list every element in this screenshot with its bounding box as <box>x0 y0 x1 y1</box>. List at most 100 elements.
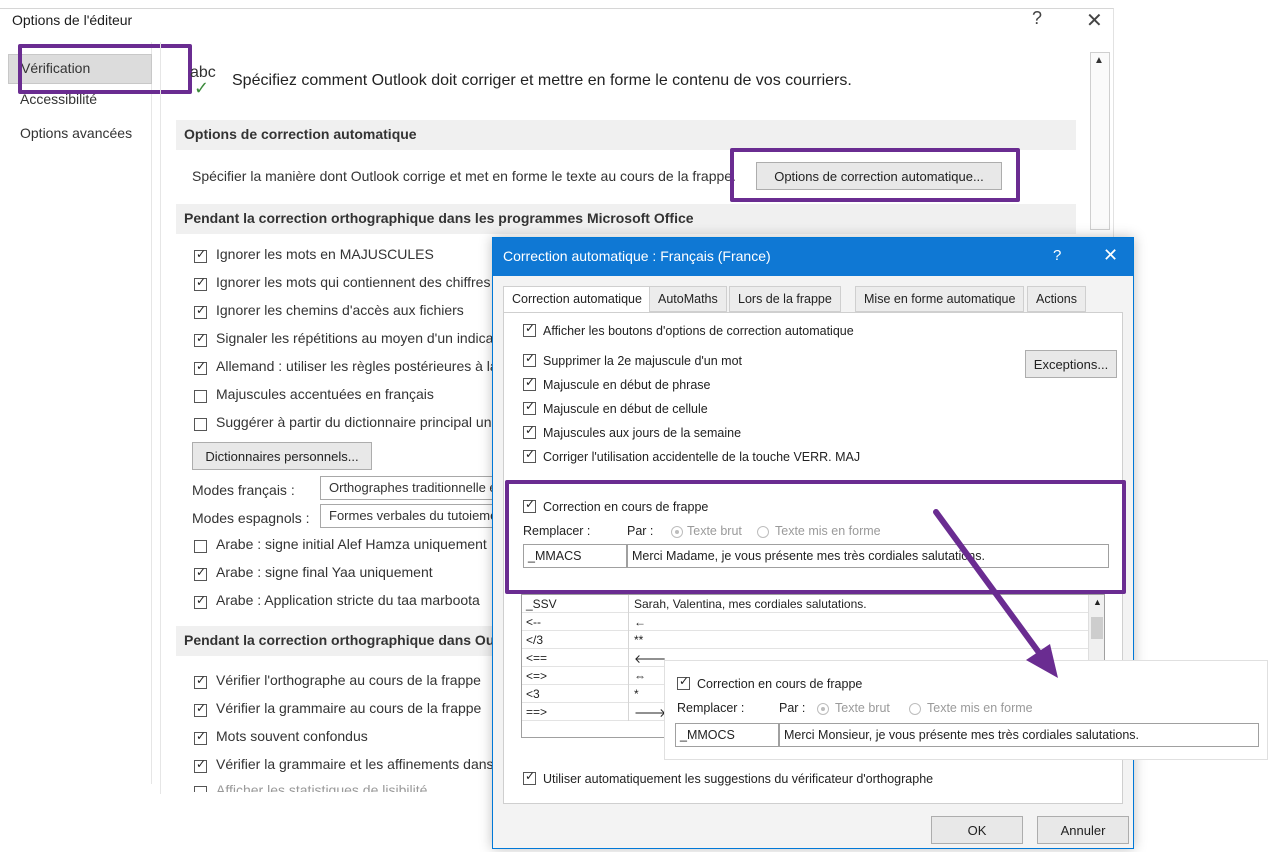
section-autocorrect-title: Options de correction automatique <box>176 120 1076 150</box>
exceptions-button[interactable]: Exceptions... <box>1025 350 1117 378</box>
list-item-key: _SSV <box>526 597 557 611</box>
checkbox-spell-as-type[interactable] <box>194 673 207 689</box>
list-item-key: <3 <box>526 687 540 701</box>
list-item[interactable]: _SSV Sarah, Valentina, mes cordiales salu… <box>522 595 1088 613</box>
list-item-value: ← <box>634 615 646 629</box>
zoom-callout: Correction en cours de frappe Remplacer … <box>664 660 1268 760</box>
list-item-key: <-- <box>526 615 541 629</box>
label-show-buttons: Afficher les boutons d'options de correc… <box>543 324 854 338</box>
list-item-value: ** <box>634 633 644 647</box>
highlight-box-autocorrect-button <box>730 148 1020 202</box>
cancel-button[interactable]: Annuler <box>1037 816 1129 844</box>
label-confused-words: Mots souvent confondus <box>216 728 368 744</box>
zoom-label-plain-text: Texte brut <box>835 701 890 715</box>
help-icon[interactable]: ? <box>1032 8 1042 29</box>
label-arabic-alef: Arabe : signe initial Alef Hamza uniquem… <box>216 536 487 552</box>
close-icon[interactable]: ✕ <box>1086 8 1103 33</box>
checkbox-ignore-paths[interactable] <box>194 303 207 319</box>
list-item[interactable]: <-- ← <box>522 613 1088 631</box>
zoom-label-formatted-text: Texte mis en forme <box>927 701 1033 715</box>
checkbox-show-buttons[interactable] <box>523 321 536 337</box>
zoom-label-replace: Remplacer : <box>677 701 745 715</box>
zoom-radio-formatted-text <box>909 703 921 715</box>
custom-dictionaries-button[interactable]: Dictionnaires personnels... <box>192 442 372 470</box>
checkbox-confused-words[interactable] <box>194 729 207 745</box>
label-ignore-uppercase: Ignorer les mots en MAJUSCULES <box>216 246 434 262</box>
dialog-help-icon[interactable]: ? <box>1053 247 1061 264</box>
ok-button[interactable]: OK <box>931 816 1023 844</box>
zoom-radio-plain-text <box>817 703 829 715</box>
checkbox-caps-lock[interactable] <box>523 447 536 463</box>
list-item-value: 🡒 <box>634 706 667 720</box>
column-divider <box>628 685 629 703</box>
list-item-value: ⇔ <box>634 669 646 683</box>
tab-autocorrect[interactable]: Correction automatique <box>503 286 651 313</box>
column-divider <box>628 631 629 649</box>
label-spanish-modes: Modes espagnols : <box>192 510 310 526</box>
tab-automath[interactable]: AutoMaths <box>649 286 727 312</box>
checkbox-accented-uppercase[interactable] <box>194 390 207 403</box>
checkbox-use-suggestions[interactable] <box>523 769 536 785</box>
scroll-up-icon[interactable]: ▲ <box>1094 55 1104 66</box>
checkbox-grammar-as-type[interactable] <box>194 701 207 717</box>
checkbox-arabic-taa[interactable] <box>194 593 207 609</box>
checkbox-flag-repeated[interactable] <box>194 331 207 347</box>
label-capitalize-sentence: Majuscule en début de phrase <box>543 378 711 392</box>
label-caps-lock: Corriger l'utilisation accidentelle de l… <box>543 450 861 464</box>
list-item-key: <== <box>526 651 548 665</box>
checkbox-capitalize-cell[interactable] <box>523 399 536 415</box>
dialog-titlebar: Correction automatique : Français (Franc… <box>493 238 1133 276</box>
dialog-close-icon[interactable]: ✕ <box>1103 245 1118 266</box>
label-grammar-as-type: Vérifier la grammaire au cours de la fra… <box>216 700 482 716</box>
zoom-checkbox-replace-as-type <box>677 674 690 690</box>
list-item-key: </3 <box>526 633 544 647</box>
tab-actions[interactable]: Actions <box>1027 286 1086 312</box>
label-use-suggestions: Utiliser automatiquement les suggestions… <box>543 772 934 786</box>
column-divider <box>628 649 629 667</box>
section-autocorrect-desc: Spécifier la manière dont Outlook corrig… <box>192 168 736 184</box>
checkbox-ignore-numbers[interactable] <box>194 275 207 291</box>
label-readability: Afficher les statistiques de lisibilité <box>216 782 428 792</box>
label-french-modes: Modes français : <box>192 482 295 498</box>
checkbox-capitalize-sentence[interactable] <box>523 375 536 391</box>
sidebar: Vérification Accessibilité Options avanc… <box>8 42 152 784</box>
sidebar-item-advanced[interactable]: Options avancées <box>8 120 152 150</box>
label-ignore-paths: Ignorer les chemins d'accès aux fichiers <box>216 302 464 318</box>
list-item-key: ==> <box>526 705 548 719</box>
column-divider <box>628 613 629 631</box>
page-header: Spécifiez comment Outlook doit corriger … <box>232 72 852 89</box>
column-divider <box>628 703 629 721</box>
checkbox-ignore-uppercase[interactable] <box>194 247 207 263</box>
label-spell-as-type: Vérifier l'orthographe au cours de la fr… <box>216 672 481 688</box>
highlight-box-replace <box>505 480 1126 594</box>
checkbox-grammar-refinements[interactable] <box>194 757 207 773</box>
checkbox-capitalize-days[interactable] <box>523 423 536 439</box>
label-arabic-taa: Arabe : Application stricte du taa marbo… <box>216 592 480 608</box>
checkbox-main-dictionary[interactable] <box>194 418 207 431</box>
section-office-title: Pendant la correction orthographique dan… <box>176 204 1076 234</box>
list-item[interactable]: </3 ** <box>522 631 1088 649</box>
label-flag-repeated: Signaler les répétitions au moyen d'un i… <box>216 330 518 346</box>
main-scrollbar[interactable]: ▲ <box>1090 52 1110 230</box>
zoom-with-input: Merci Monsieur, je vous présente mes trè… <box>779 723 1259 747</box>
checkbox-two-initial-caps[interactable] <box>523 351 536 367</box>
zoom-replace-input: _MMOCS <box>675 723 779 747</box>
scroll-thumb[interactable] <box>1091 617 1103 639</box>
label-capitalize-cell: Majuscule en début de cellule <box>543 402 708 416</box>
checkbox-arabic-yaa[interactable] <box>194 565 207 581</box>
column-divider <box>628 595 629 613</box>
scroll-up-icon[interactable]: ▲ <box>1093 597 1102 607</box>
label-two-initial-caps: Supprimer la 2e majuscule d'un mot <box>543 354 743 368</box>
checkbox-german-rules[interactable] <box>194 359 207 375</box>
list-item-value: Sarah, Valentina, mes cordiales salutati… <box>634 597 867 611</box>
column-divider <box>628 667 629 685</box>
label-arabic-yaa: Arabe : signe final Yaa uniquement <box>216 564 433 580</box>
zoom-label-with: Par : <box>779 701 806 715</box>
checkbox-readability[interactable] <box>194 786 207 792</box>
checkbox-arabic-alef[interactable] <box>194 540 207 553</box>
list-item-value: 🡐 <box>634 652 667 666</box>
tab-as-you-type[interactable]: Lors de la frappe <box>729 286 841 312</box>
dialog-title: Correction automatique : Français (Franc… <box>503 248 771 264</box>
tab-autoformat[interactable]: Mise en forme automatique <box>855 286 1025 312</box>
label-accented-uppercase: Majuscules accentuées en français <box>216 386 434 402</box>
